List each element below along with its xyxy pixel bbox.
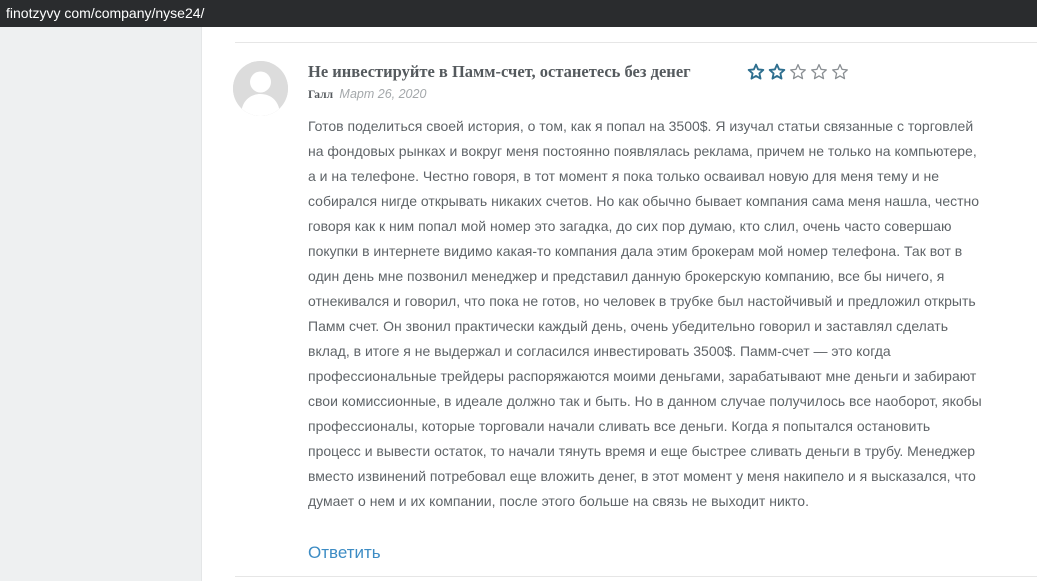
author-name: Галл (308, 89, 334, 101)
review-title: Не инвестируйте в Памм-счет, останетесь … (308, 62, 691, 81)
top-divider (235, 42, 1037, 43)
review-text-line: Памм счет. Он звонил практически каждый … (308, 318, 949, 334)
review-text-line: вместо извинений потребовал еще вложить … (308, 468, 976, 484)
review-text-line: Готов поделиться своей история, о том, к… (308, 118, 974, 134)
review-text-line: профессионалы, которые торговали начали … (308, 418, 931, 434)
review-text-line: думает о нем и их компании, после этого … (308, 493, 809, 509)
review-meta: Галл Март 26, 2020 (308, 86, 426, 103)
star-empty-icon (790, 63, 806, 80)
avatar (233, 61, 288, 116)
review-text-line: свои комиссионные, в идеале должно так и… (308, 393, 982, 409)
review-text-line: отнекивался и говорил, что пока не готов… (308, 293, 976, 309)
reply-link[interactable]: Ответить (308, 542, 381, 564)
review-text-line: а и на телефоне. Честно говоря, в тот мо… (308, 168, 940, 184)
review-text-line: собирался нигде открывать никаких счетов… (308, 193, 980, 209)
address-bar[interactable]: finotzyvy com/company/nyse24/ (0, 0, 1037, 27)
address-bar-url[interactable]: finotzyvy com/company/nyse24/ (6, 5, 204, 21)
star-filled-icon (747, 63, 765, 80)
review-card: Не инвестируйте в Памм-счет, останетесь … (201, 27, 1037, 581)
review-text: Готов поделиться своей история, о том, к… (308, 114, 1026, 514)
star-empty-icon (832, 63, 848, 80)
star-empty-icon (811, 63, 827, 80)
review-text-line: на фондовых рынках и вокруг меня постоян… (308, 143, 977, 159)
bottom-divider (235, 576, 1037, 577)
user-silhouette-icon (233, 61, 288, 116)
review-text-line: говоря как к ним попал мой номер это заг… (308, 218, 952, 234)
review-date: Март 26, 2020 (339, 87, 427, 101)
star-filled-icon (768, 63, 786, 80)
review-text-line: один день мне позвонил менеджер и предст… (308, 268, 945, 284)
star-rating (747, 61, 849, 83)
review-text-line: вклад, в итоге я не выдержал и согласилс… (308, 343, 891, 359)
review-text-line: профессиональные трейдеры распоряжаются … (308, 368, 977, 384)
review-text-line: покупки в интернете видимо какая-то комп… (308, 243, 963, 259)
review-text-line: процесс и вывести остаток, то начали тян… (308, 443, 976, 459)
